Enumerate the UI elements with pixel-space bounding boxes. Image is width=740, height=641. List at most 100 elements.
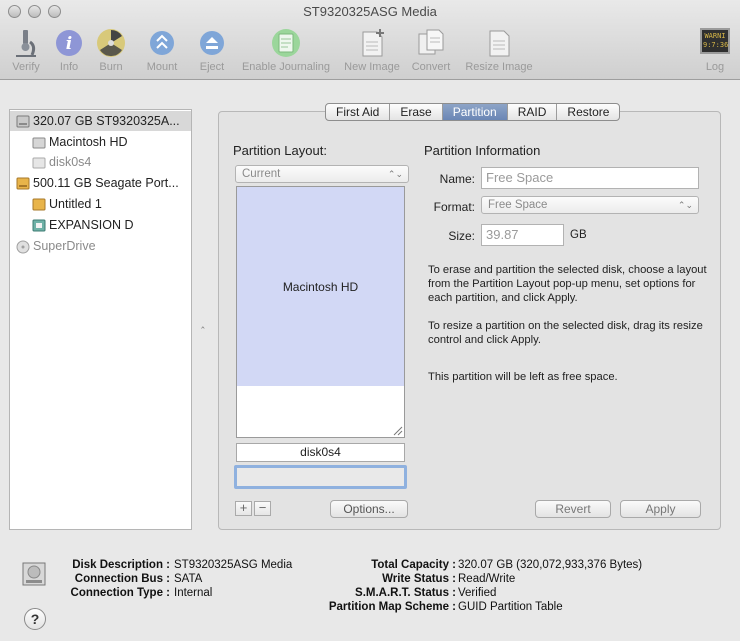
verify-button[interactable]: Verify xyxy=(6,28,46,76)
tab-raid[interactable]: RAID xyxy=(508,104,558,120)
verify-label: Verify xyxy=(12,61,40,73)
disk-utility-tabs: First Aid Erase Partition RAID Restore xyxy=(325,103,621,121)
remove-partition-button[interactable]: − xyxy=(254,501,271,516)
connection-bus-label: Connection Bus : xyxy=(74,573,170,585)
sidebar-item-label: 500.11 GB Seagate Port... xyxy=(33,176,179,190)
sidebar-item-label: Macintosh HD xyxy=(49,135,128,149)
resize-image-label: Resize Image xyxy=(465,61,533,73)
size-unit-label: GB xyxy=(570,229,587,241)
smart-status-value: Verified xyxy=(458,587,497,599)
size-field[interactable]: 39.87 xyxy=(481,224,564,246)
internal-disk-large-icon xyxy=(22,562,46,586)
selected-partition-bar[interactable] xyxy=(234,465,407,489)
tab-first-aid[interactable]: First Aid xyxy=(326,104,391,120)
external-volume-icon xyxy=(32,198,46,210)
volume-icon xyxy=(32,157,46,168)
enable-journaling-label: Enable Journaling xyxy=(241,61,331,73)
optical-drive-icon xyxy=(16,240,30,253)
write-status-label: Write Status : xyxy=(382,573,456,585)
mount-icon xyxy=(150,31,174,55)
smart-status-label: S.M.A.R.T. Status : xyxy=(355,587,456,599)
burn-label: Burn xyxy=(99,61,123,73)
popup-arrows-icon: ⌃⌄ xyxy=(677,200,693,210)
sidebar-item-internal-disk[interactable]: 320.07 GB ST9320325A... xyxy=(10,111,191,131)
convert-button[interactable]: Convert xyxy=(408,28,454,76)
revert-button[interactable]: Revert xyxy=(535,500,611,518)
window-title: ST9320325ASG Media xyxy=(303,4,437,19)
sidebar-item-label: EXPANSION D xyxy=(49,218,134,232)
sidebar-item-label: Untitled 1 xyxy=(49,197,102,211)
internal-disk-icon xyxy=(16,115,30,127)
tab-restore[interactable]: Restore xyxy=(557,104,619,120)
journaling-icon xyxy=(272,29,300,57)
connection-type-value: Internal xyxy=(174,587,213,599)
burn-button[interactable]: Burn xyxy=(92,28,130,76)
apply-button[interactable]: Apply xyxy=(620,500,701,518)
total-capacity-value: 320.07 GB (320,072,933,376 Bytes) xyxy=(458,559,643,571)
add-partition-button[interactable]: + xyxy=(235,501,252,516)
total-capacity-label: Total Capacity : xyxy=(371,559,456,571)
tab-erase[interactable]: Erase xyxy=(390,104,443,120)
partition-help-text-resize: To resize a partition on the selected di… xyxy=(428,320,703,346)
info-icon: i xyxy=(56,30,82,56)
sidebar-item-superdrive[interactable]: SuperDrive xyxy=(10,236,191,256)
eject-label: Eject xyxy=(199,61,225,73)
new-image-label: New Image xyxy=(344,61,400,73)
enable-journaling-button[interactable]: Enable Journaling xyxy=(238,28,334,76)
svg-text:i: i xyxy=(66,34,72,54)
volume-icon xyxy=(32,137,46,148)
disk-sidebar[interactable]: 320.07 GB ST9320325A... Macintosh HD dis… xyxy=(9,109,192,530)
microscope-icon xyxy=(16,30,36,57)
name-field[interactable]: Free Space xyxy=(481,167,699,189)
sidebar-item-disk0s4[interactable]: disk0s4 xyxy=(10,152,191,172)
log-label: Log xyxy=(705,61,725,73)
sidebar-item-macintosh-hd[interactable]: Macintosh HD xyxy=(10,132,191,152)
resize-image-button[interactable]: Resize Image xyxy=(462,28,536,76)
partition-name-label: Macintosh HD xyxy=(282,279,359,294)
partition-layout-popup[interactable]: Current ⌃⌄ xyxy=(235,165,409,183)
window-toolbar: ST9320325ASG Media Verify i Info Burn Mo… xyxy=(0,0,740,80)
tab-partition[interactable]: Partition xyxy=(442,104,508,120)
options-button[interactable]: Options... xyxy=(330,500,408,518)
external-disk-icon xyxy=(16,177,30,189)
external-volume-icon xyxy=(32,219,46,231)
format-popup-value: Free Space xyxy=(488,199,548,211)
size-label: Size: xyxy=(448,229,475,243)
new-image-button[interactable]: New Image xyxy=(342,28,402,76)
connection-type-label: Connection Type : xyxy=(70,587,170,599)
sidebar-item-untitled-1[interactable]: Untitled 1 xyxy=(10,194,191,214)
eject-button[interactable]: Eject xyxy=(192,28,232,76)
partition-layout-heading: Partition Layout: xyxy=(233,143,327,158)
info-button[interactable]: i Info xyxy=(50,28,88,76)
split-view-handle[interactable]: ‸ xyxy=(201,316,205,329)
format-popup[interactable]: Free Space ⌃⌄ xyxy=(481,196,699,214)
sidebar-item-label: SuperDrive xyxy=(33,239,96,253)
selected-partition-name: disk0s4 xyxy=(236,443,405,462)
convert-icon xyxy=(418,29,444,55)
partition-information-heading: Partition Information xyxy=(424,143,541,158)
partition-layout-diagram[interactable]: Macintosh HD xyxy=(236,186,405,438)
help-button[interactable]: ? xyxy=(24,608,46,630)
sidebar-item-label: disk0s4 xyxy=(49,155,92,169)
mount-button[interactable]: Mount xyxy=(140,28,184,76)
info-label: Info xyxy=(59,61,79,73)
convert-label: Convert xyxy=(411,61,451,73)
partition-layout-popup-value: Current xyxy=(242,168,281,180)
popup-arrows-icon: ⌃⌄ xyxy=(387,169,403,179)
partition-help-text-erase: To erase and partition the selected disk… xyxy=(428,264,707,304)
resize-grip-icon[interactable] xyxy=(393,426,403,436)
write-status-value: Read/Write xyxy=(458,573,516,585)
log-button[interactable]: WARNI 9:7:36 Log xyxy=(698,28,732,76)
sidebar-item-expansion-d[interactable]: EXPANSION D xyxy=(10,215,191,235)
resize-image-icon xyxy=(489,30,510,57)
partition-macintosh-hd[interactable]: Macintosh HD xyxy=(237,187,404,386)
new-image-icon xyxy=(362,29,384,57)
sidebar-item-external-disk[interactable]: 500.11 GB Seagate Port... xyxy=(10,173,191,193)
partition-help-text-free-space: This partition will be left as free spac… xyxy=(428,371,618,383)
disk-description-label: Disk Description : xyxy=(72,559,170,571)
connection-bus-value: SATA xyxy=(174,573,203,585)
log-console-icon: WARNI 9:7:36 xyxy=(700,28,730,54)
partition-map-scheme-label: Partition Map Scheme : xyxy=(328,601,456,613)
partition-map-scheme-value: GUID Partition Table xyxy=(458,601,563,613)
format-label: Format: xyxy=(433,200,475,214)
